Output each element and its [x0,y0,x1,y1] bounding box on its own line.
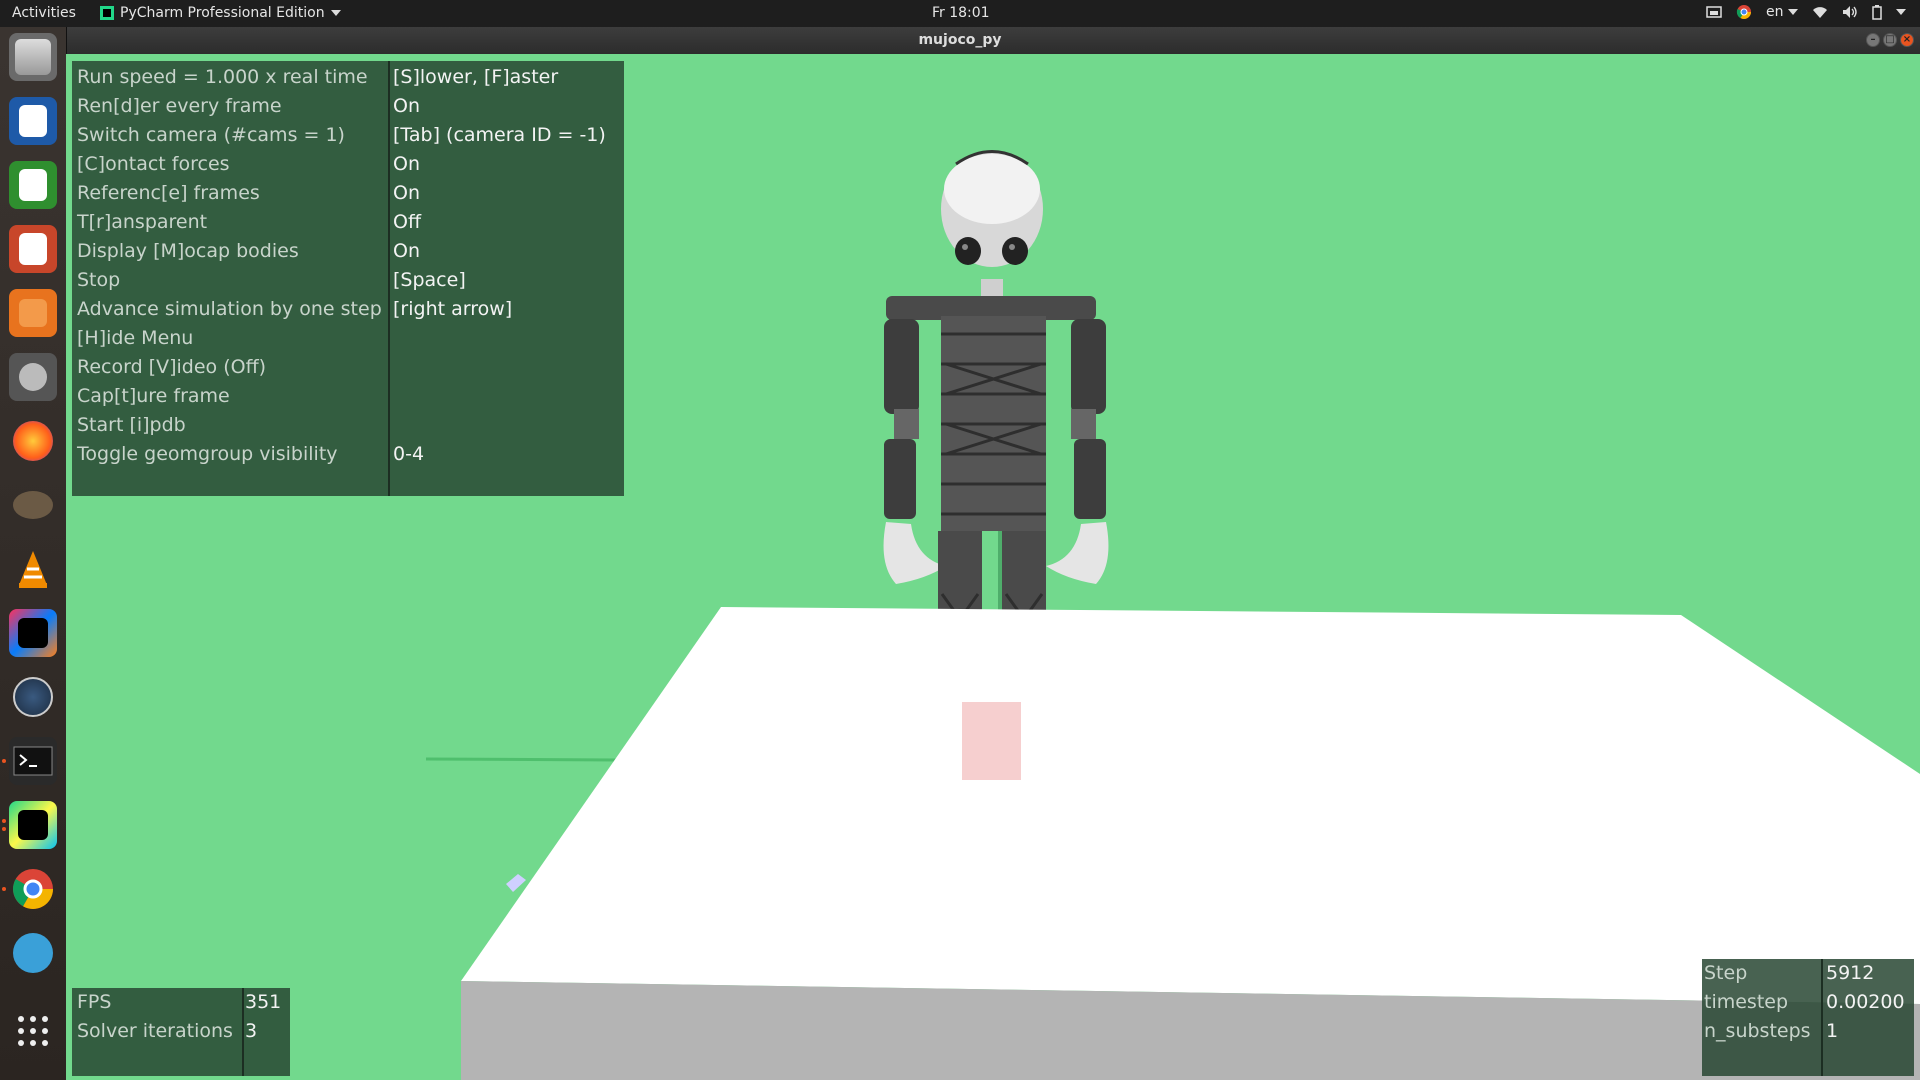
maximize-button[interactable]: □ [1883,33,1897,47]
menu-row-label: Cap[t]ure frame [77,385,230,407]
chevron-down-icon [330,10,341,16]
menu-row-value: 0-4 [393,443,425,465]
menu-row-value: On [393,153,420,175]
step-row-label: timestep [1704,991,1789,1013]
menu-row-value: [S]lower, [F]aster [393,66,559,88]
clock[interactable]: Fr 18:01 [932,5,990,21]
software-center-icon[interactable] [9,289,57,337]
step-panel: Step timestep n_substeps 5912 0.00200 1 [1702,959,1914,1076]
ground-line [425,757,617,762]
fps-row-label: FPS [77,991,112,1013]
intellij-icon[interactable] [9,609,57,657]
activities-button[interactable]: Activities [12,5,76,21]
menu-row-value: [Space] [393,269,466,291]
thunderbird-icon[interactable] [9,929,57,977]
screen-icon[interactable] [1706,6,1722,18]
fps-panel: FPS Solver iterations 351 3 [72,988,290,1076]
app-menu-label: PyCharm Professional Edition [120,5,325,21]
files-icon[interactable] [9,33,57,81]
pycharm-small-icon [100,6,114,20]
menu-row-label: Stop [77,269,121,291]
menu-row-label: Display [M]ocap bodies [77,240,299,262]
menu-row-value: On [393,240,420,262]
impress-icon[interactable] [9,225,57,273]
menu-row-label: Ren[d]er every frame [77,95,282,117]
menu-values-column: [S]lower, [F]aster On [Tab] (camera ID = -… [393,63,606,496]
menu-row-value [393,353,606,382]
menu-row-label: Switch camera (#cams = 1) [77,124,345,146]
terminal-icon[interactable] [2,737,57,785]
step-row-label: n_substeps [1704,1020,1811,1042]
help-menu-panel: Run speed = 1.000 x real time Ren[d]er ev… [72,61,624,496]
step-row-value: 5912 [1826,962,1875,984]
menu-row-label: Referenc[e] frames [77,182,260,204]
close-button[interactable]: × [1900,33,1914,47]
app-menu[interactable]: PyCharm Professional Edition [100,5,341,21]
menu-row-value: Off [393,211,422,233]
chrome-icon[interactable] [2,865,57,913]
menu-row-label: T[r]ansparent [77,211,208,233]
fps-labels-column: FPS Solver iterations [77,988,233,1076]
writer-icon[interactable] [9,97,57,145]
pycharm-icon[interactable] [2,801,57,849]
target-cube [962,702,1021,780]
firefox-icon[interactable] [9,417,57,465]
window-title-bar: mujoco_py – □ × [0,27,1920,54]
menu-row-label: [C]ontact forces [77,153,230,175]
fps-row-value: 3 [245,1020,258,1042]
calc-icon[interactable] [9,161,57,209]
wifi-icon[interactable] [1812,5,1828,19]
volume-icon[interactable] [1842,5,1858,19]
menu-row-label: Toggle geomgroup visibility [77,443,338,465]
step-values-column: 5912 0.00200 1 [1826,959,1905,1076]
menu-divider [388,61,390,496]
menu-labels-column: Run speed = 1.000 x real time Ren[d]er ev… [77,63,387,496]
menu-row-value [393,324,606,353]
battery-icon[interactable] [1872,4,1882,20]
fps-divider [242,988,244,1076]
menu-row-label: Start [i]pdb [77,414,186,436]
menu-row-label: [H]ide Menu [77,327,194,349]
menu-row-value [393,411,606,440]
menu-row-label: Record [V]ideo (Off) [77,356,267,378]
window-title: mujoco_py [918,32,1002,48]
step-divider [1821,959,1823,1076]
step-labels-column: Step timestep n_substeps [1704,959,1811,1076]
system-tray: en [1706,4,1906,20]
menu-row-value: On [393,182,420,204]
chrome-tray-icon[interactable] [1736,4,1752,20]
menu-row-label: Advance simulation by one step [77,298,382,320]
vlc-icon[interactable] [9,545,57,593]
window-controls: – □ × [1866,33,1914,47]
gimp-icon[interactable] [9,481,57,529]
table-top [461,607,1920,1004]
menu-row-value: [right arrow] [393,298,513,320]
show-apps-icon[interactable] [9,1007,57,1055]
launcher-dock [0,27,67,1080]
top-bar: Activities PyCharm Professional Edition … [0,0,1920,27]
system-settings-icon[interactable] [9,353,57,401]
menu-row-value: On [393,95,420,117]
fps-values-column: 351 3 [245,988,281,1076]
fps-row-value: 351 [245,991,282,1013]
step-row-label: Step [1704,962,1748,984]
language-indicator[interactable]: en [1766,4,1798,20]
menu-row-value [393,382,606,411]
power-menu-chevron[interactable] [1896,9,1906,15]
step-row-value: 0.00200 [1826,991,1905,1013]
fps-row-label: Solver iterations [77,1020,233,1042]
step-row-value: 1 [1826,1020,1839,1042]
menu-row-label: Run speed = 1.000 x real time [77,66,368,88]
menu-row-value: [Tab] (camera ID = -1) [393,124,606,146]
disk-usage-icon[interactable] [9,673,57,721]
minimize-button[interactable]: – [1866,33,1880,47]
